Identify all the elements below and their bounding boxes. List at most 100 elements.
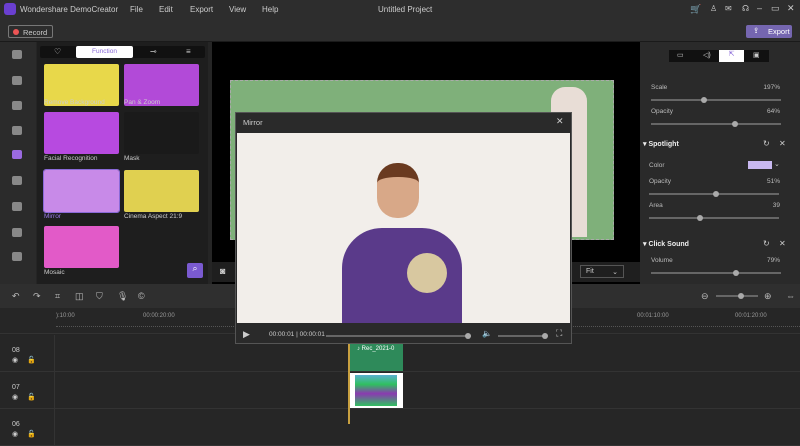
zoom-in-icon[interactable]: ⊕ [764,291,772,302]
zoom-slider[interactable] [716,293,758,299]
effect-thumbnail[interactable] [44,226,119,268]
left-sidebar [0,42,36,284]
chevron-down-icon[interactable]: ⌄ [774,160,780,168]
screenshot-icon[interactable]: ◙ [220,266,225,276]
area-slider[interactable] [649,215,779,221]
slider-handle[interactable] [733,270,739,276]
video-globe [407,253,447,293]
seek-handle[interactable] [465,333,471,339]
crop-icon[interactable]: ⌗ [55,291,60,302]
menu-export[interactable]: Export [190,5,213,14]
scale-slider[interactable] [651,97,781,103]
tab-cursor-icon[interactable]: ⊸ [150,47,157,56]
reset-icon[interactable]: ↻ [763,239,770,248]
store-icon[interactable] [12,252,22,261]
spotlight-opacity-slider[interactable] [649,191,779,197]
folder-icon[interactable] [12,50,22,59]
spotlight-title: Spotlight [648,141,679,148]
slider-handle[interactable] [697,215,703,221]
eye-icon[interactable]: ◉ [12,430,18,438]
menu-tab-icon[interactable]: ≡ [186,47,191,56]
tick-label: 00:01:20:00 [735,313,767,319]
stickers-icon[interactable] [12,176,22,185]
lock-icon[interactable]: 🔓 [27,430,36,438]
audio-clip[interactable]: ♪ Rec_2021-0 [349,344,403,371]
copyright-icon[interactable]: © [138,291,145,301]
menu-help[interactable]: Help [262,5,278,14]
remove-icon[interactable]: ✕ [779,139,786,148]
maximize-icon[interactable]: ▭ [771,3,780,14]
effect-thumbnail[interactable] [44,112,119,154]
reset-icon[interactable]: ↻ [763,139,770,148]
pin-icon[interactable] [12,228,22,237]
camera-tab-icon[interactable]: ▭ [677,51,684,59]
favorite-tab-icon[interactable]: ♡ [54,47,61,56]
annotation-icon[interactable] [12,76,22,85]
volume-slider[interactable] [651,270,781,276]
menu-file[interactable]: File [130,5,143,14]
captions-icon[interactable] [12,101,22,110]
cursor-tab-icon[interactable]: ⇱ [719,50,744,62]
volume-handle[interactable] [542,333,548,339]
color-swatch[interactable] [748,161,772,169]
redo-icon[interactable]: ↷ [33,291,41,302]
cursor-opacity-value: 64% [766,108,780,115]
fit-dropdown[interactable]: Fit ⌄ [580,265,624,278]
record-label: Record [23,28,48,37]
eye-icon[interactable]: ◉ [12,393,18,401]
split-icon[interactable]: ◫ [75,291,84,302]
volume-bar[interactable] [498,333,548,339]
user-icon[interactable]: ♙ [710,4,717,13]
record-button[interactable]: Record [8,25,53,38]
effect-thumbnail[interactable] [43,169,120,213]
window-title: Mirror [243,118,263,127]
slider-handle[interactable] [738,293,744,299]
mic-icon[interactable]: 🎙 [117,291,128,302]
effects-icon[interactable] [12,150,22,159]
effect-thumbnail[interactable] [124,170,199,212]
undo-icon[interactable]: ↶ [12,291,20,302]
support-icon[interactable]: ☊ [742,4,749,13]
upload-icon: ⇪ [753,26,760,35]
volume-icon[interactable]: 🔈 [482,329,492,338]
caption-tab-icon[interactable]: ▣ [753,51,760,59]
click-sound-header[interactable]: ▾ Click Sound [643,240,689,248]
play-button[interactable]: ▶ [243,329,250,340]
lock-icon[interactable]: 🔓 [27,393,36,401]
playhead[interactable] [348,335,350,424]
effect-thumbnail[interactable] [124,112,199,154]
zoom-out-icon[interactable]: ⊖ [701,291,709,302]
close-icon[interactable]: ✕ [787,3,795,14]
tick-label: 00:00:20:00 [143,313,175,319]
audio-icon[interactable] [12,202,22,211]
minimize-icon[interactable]: – [757,3,762,13]
cursor-opacity-slider[interactable] [651,121,781,127]
menu-view[interactable]: View [229,5,246,14]
cart-icon[interactable]: 🛒 [690,4,701,15]
tab-function[interactable]: Function [76,46,133,58]
menu-edit[interactable]: Edit [159,5,173,14]
mail-icon[interactable]: ✉ [725,4,732,13]
seek-bar[interactable] [326,333,471,339]
close-icon[interactable]: ✕ [556,116,564,127]
slider-handle[interactable] [701,97,707,103]
remove-icon[interactable]: ✕ [779,239,786,248]
search-button[interactable]: ⌕ [187,263,203,278]
fit-value: Fit [586,268,594,275]
slider-handle[interactable] [732,121,738,127]
transitions-icon[interactable] [12,126,22,135]
lock-icon[interactable]: 🔓 [27,356,36,364]
spotlight-header[interactable]: ▾ Spotlight [643,140,679,148]
fit-timeline-icon[interactable]: ⇔ [786,291,795,301]
video-person-head [377,163,419,218]
video-clip[interactable] [349,373,403,408]
audio-tab-icon[interactable]: ◁) [703,51,711,59]
fullscreen-icon[interactable]: ⛶ [556,328,562,339]
eye-icon[interactable]: ◉ [12,356,18,364]
mark-icon[interactable]: ⛉ [96,291,103,302]
color-label: Color [649,162,665,169]
slider-handle[interactable] [713,191,719,197]
export-button[interactable]: ⇪ Export [746,25,792,38]
properties-tabs: ▭ ◁) ⇱ ▣ [669,50,769,62]
library-tabs: ♡ Function ⊸ ≡ [40,46,205,58]
